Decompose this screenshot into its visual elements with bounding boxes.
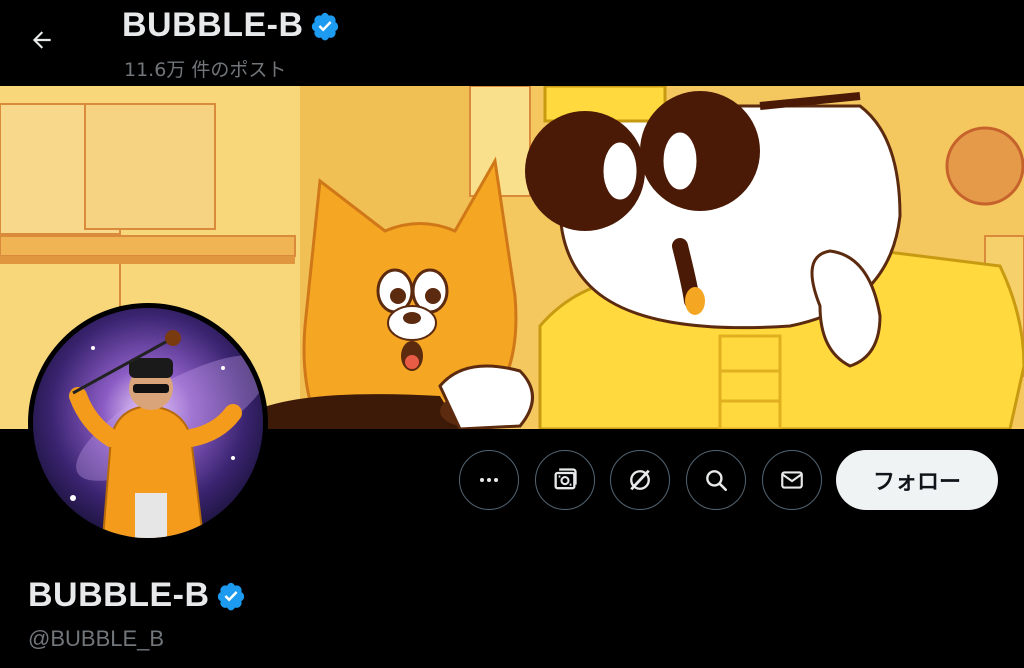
search-icon	[706, 470, 728, 492]
profile-name: BUBBLE-B	[28, 576, 210, 614]
more-icon	[480, 478, 498, 482]
grok-icon	[630, 469, 650, 491]
subscribe-button[interactable]	[535, 450, 595, 510]
profile-avatar[interactable]	[28, 303, 268, 543]
message-icon	[781, 471, 803, 489]
profile-handle: @BUBBLE_B	[28, 626, 165, 651]
top-header: BUBBLE-B 11.6万 件のポスト	[0, 0, 1024, 86]
profile-name-row: BUBBLE-B	[28, 576, 246, 615]
subscriptions-icon	[554, 468, 577, 490]
verified-badge-icon	[311, 12, 338, 40]
post-count: 11.6万 件のポスト	[124, 59, 287, 81]
header-title-row: BUBBLE-B	[122, 6, 340, 45]
avatar-image	[33, 308, 263, 538]
search-button[interactable]	[686, 450, 746, 510]
message-button[interactable]	[762, 450, 822, 510]
arrow-left-icon	[32, 31, 51, 49]
grok-button[interactable]	[610, 450, 670, 510]
verified-badge-icon[interactable]	[216, 581, 246, 611]
follow-button[interactable]: フォロー	[836, 450, 998, 510]
back-button[interactable]	[20, 20, 64, 60]
header-title: BUBBLE-B	[122, 6, 304, 44]
more-button[interactable]	[459, 450, 519, 510]
